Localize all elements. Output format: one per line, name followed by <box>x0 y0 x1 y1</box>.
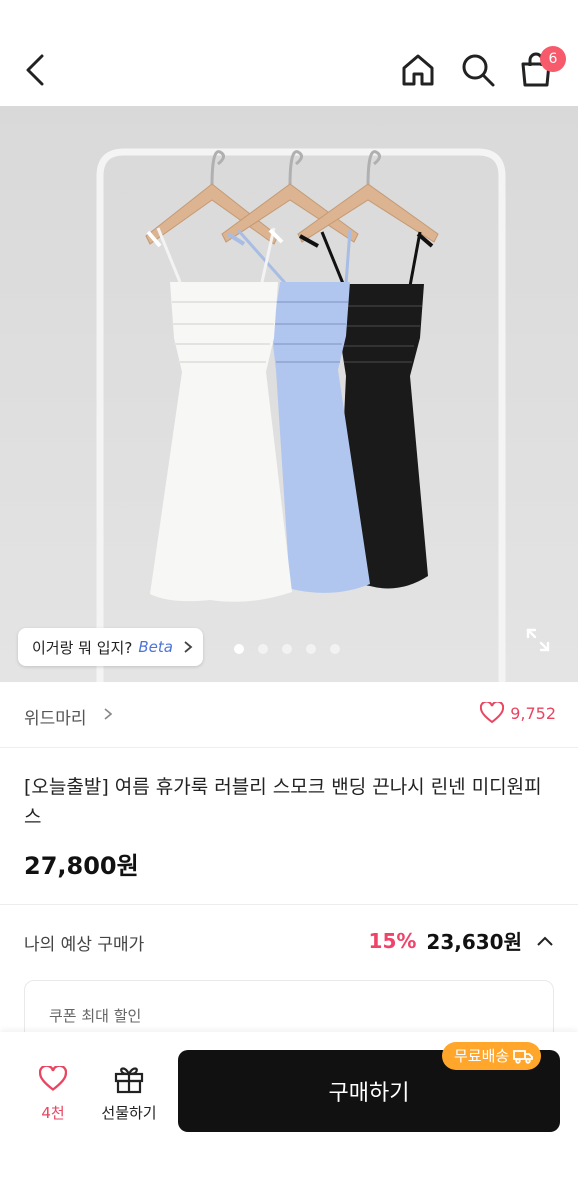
heart-outline-icon <box>38 1064 68 1091</box>
product-title: [오늘출발] 여름 휴가룩 러블리 스모크 밴딩 끈나시 린넨 미디원피스 <box>24 776 542 828</box>
wishlist-button[interactable]: 4천 <box>30 1064 76 1126</box>
estimated-price-row[interactable]: 나의 예상 구매가 15% 23,630원 <box>0 916 578 968</box>
brand-name-link[interactable]: 위드마리 <box>24 704 87 729</box>
carousel-dot[interactable] <box>306 644 316 654</box>
carousel-dots <box>234 644 340 654</box>
heart-outline-icon <box>480 702 505 724</box>
ai-styling-label: 이거랑 뭐 입지? <box>32 638 133 657</box>
gift-icon <box>114 1067 144 1094</box>
divider <box>0 904 578 905</box>
brand-row: 위드마리 9,752 <box>0 682 578 748</box>
estimated-price: 23,630원 <box>426 930 522 954</box>
delivery-truck-icon <box>513 1050 534 1064</box>
coupon-max-discount-label: 쿠폰 최대 할인 <box>49 1007 142 1025</box>
free-shipping-badge: 무료배송 <box>442 1042 542 1070</box>
estimated-price-label: 나의 예상 구매가 <box>24 935 145 955</box>
ai-styling-chip[interactable]: 이거랑 뭐 입지? Beta <box>18 628 203 666</box>
wishlist-count: 4천 <box>41 1104 65 1122</box>
carousel-dot-active[interactable] <box>234 644 244 654</box>
beta-label: Beta <box>138 638 173 656</box>
back-arrow-icon[interactable] <box>20 48 52 92</box>
estimated-price-summary: 15% 23,630원 <box>369 926 554 955</box>
search-icon[interactable] <box>458 50 498 90</box>
chevron-right-icon <box>104 708 112 720</box>
carousel-dot[interactable] <box>282 644 292 654</box>
top-nav-bar: 6 <box>0 0 578 106</box>
chevron-right-icon <box>184 641 193 653</box>
home-icon[interactable] <box>398 50 438 90</box>
gift-label: 선물하기 <box>101 1104 157 1122</box>
chevron-up-icon[interactable] <box>536 935 554 947</box>
like-count: 9,752 <box>510 703 556 723</box>
cart-count-badge: 6 <box>540 46 566 72</box>
expand-icon[interactable] <box>524 626 552 654</box>
gift-button[interactable]: 선물하기 <box>96 1064 162 1126</box>
product-price: 27,800원 <box>24 852 139 880</box>
product-image-carousel[interactable]: 이거랑 뭐 입지? Beta <box>0 106 578 682</box>
free-shipping-label: 무료배송 <box>454 1047 510 1065</box>
brand-like-button[interactable]: 9,752 <box>480 702 556 724</box>
carousel-dot[interactable] <box>258 644 268 654</box>
product-photo <box>0 106 578 682</box>
discount-percent: 15% <box>368 928 417 953</box>
carousel-dot[interactable] <box>330 644 340 654</box>
